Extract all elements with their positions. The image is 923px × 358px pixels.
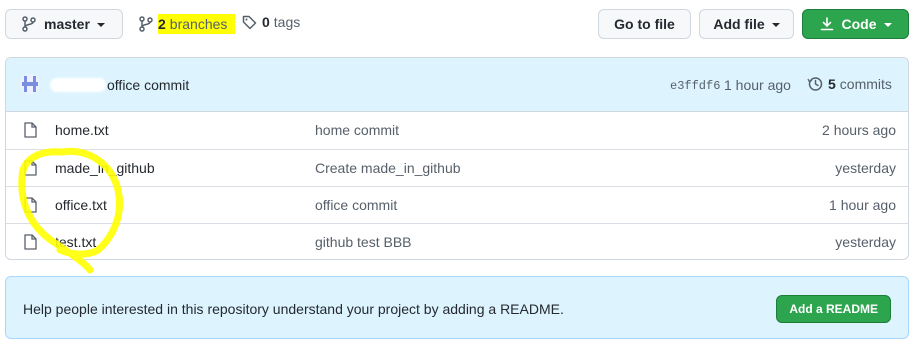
file-name[interactable]: made_in_github [55, 160, 155, 176]
branches-label: branches [169, 16, 228, 32]
redacted-author [50, 78, 106, 92]
branches-highlight: 2 branches [158, 14, 236, 34]
tag-icon [242, 15, 257, 30]
readme-banner: Help people interested in this repositor… [5, 276, 909, 339]
branch-selector[interactable]: master [5, 9, 123, 39]
file-row[interactable]: home.txt home commit 2 hours ago [6, 112, 908, 149]
code-label: Code [841, 16, 877, 32]
file-age: 2 hours ago [822, 122, 896, 138]
latest-commit-bar: office commit e3ffdf6 1 hour ago 5 commi… [6, 58, 908, 112]
file-commit-message[interactable]: home commit [315, 122, 399, 138]
file-commit-message[interactable]: Create made_in_github [315, 160, 461, 176]
tags-count: 0 [262, 14, 270, 30]
file-name[interactable]: office.txt [55, 197, 107, 213]
go-to-file-label: Go to file [614, 16, 675, 32]
chevron-down-icon [96, 23, 105, 27]
file-icon [24, 234, 37, 250]
code-button[interactable]: Code [802, 9, 909, 39]
commits-count: 5 [828, 76, 836, 92]
branch-label: master [44, 16, 90, 32]
file-icon [24, 197, 37, 213]
file-row[interactable]: made_in_github Create made_in_github yes… [6, 149, 908, 186]
file-name[interactable]: home.txt [55, 122, 109, 138]
file-age: yesterday [835, 160, 896, 176]
add-readme-button[interactable]: Add a README [776, 295, 891, 323]
history-icon [807, 76, 823, 92]
commits-label: commits [839, 76, 892, 92]
file-list: office commit e3ffdf6 1 hour ago 5 commi… [5, 57, 909, 260]
branches-count: 2 [158, 16, 166, 32]
chevron-down-icon [883, 23, 892, 27]
file-icon [24, 122, 37, 138]
file-icon [24, 160, 37, 176]
commit-age: 1 hour ago [724, 77, 791, 93]
commits-link[interactable]: 5 commits [807, 76, 892, 92]
download-icon [820, 17, 834, 31]
commit-message[interactable]: office commit [107, 77, 189, 93]
file-name[interactable]: test.txt [55, 234, 96, 250]
file-age: 1 hour ago [829, 197, 896, 213]
add-readme-label: Add a README [789, 302, 878, 316]
add-file-button[interactable]: Add file [699, 9, 794, 39]
tags-link[interactable]: 0 tags [242, 14, 300, 30]
git-branch-icon [139, 16, 153, 32]
tags-label: tags [273, 14, 301, 30]
file-commit-message[interactable]: office commit [315, 197, 397, 213]
go-to-file-button[interactable]: Go to file [598, 9, 691, 39]
add-file-label: Add file [713, 16, 765, 32]
file-commit-message[interactable]: github test BBB [315, 234, 412, 250]
chevron-down-icon [771, 23, 780, 27]
file-age: yesterday [835, 234, 896, 250]
readme-banner-text: Help people interested in this repositor… [23, 301, 564, 317]
branches-link[interactable]: 2 branches [139, 14, 236, 34]
commit-sha[interactable]: e3ffdf6 [670, 79, 720, 93]
avatar[interactable] [20, 74, 40, 94]
git-branch-icon [22, 16, 36, 32]
file-row[interactable]: office.txt office commit 1 hour ago [6, 186, 908, 223]
file-row[interactable]: test.txt github test BBB yesterday [6, 223, 908, 259]
